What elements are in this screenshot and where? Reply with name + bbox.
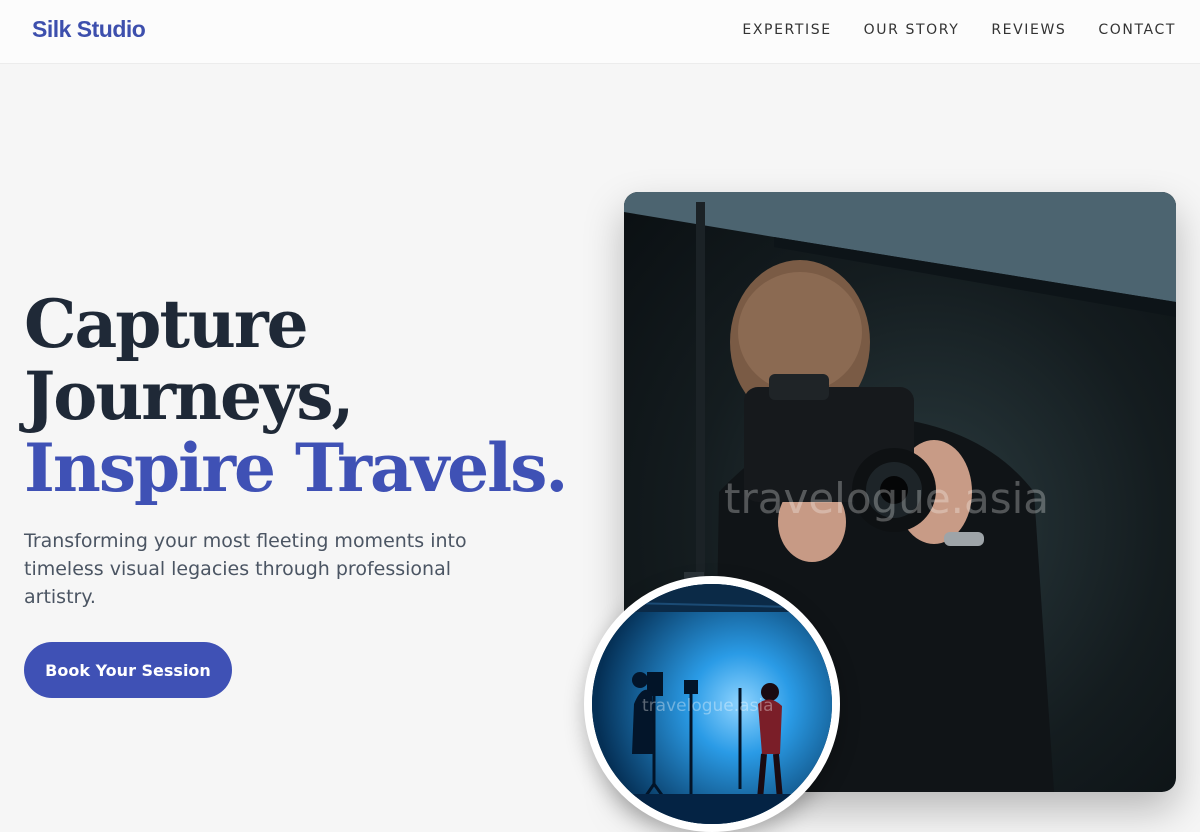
main-photo-watermark: travelogue.asia (724, 474, 1050, 523)
nav-item-expertise[interactable]: EXPERTISE (742, 22, 831, 38)
inset-photo-watermark: travelogue.asia (642, 696, 774, 716)
hero-heading-line-1: Capture (24, 285, 309, 363)
hero-heading-line-2: Journeys, (24, 357, 354, 435)
hero-description: Transforming your most fleeting moments … (24, 530, 467, 608)
logo[interactable]: Silk Studio (32, 16, 146, 43)
site-header: Silk Studio EXPERTISE OUR STORY REVIEWS … (0, 0, 1200, 64)
nav-item-reviews[interactable]: REVIEWS (991, 22, 1066, 38)
book-session-button[interactable]: Book Your Session (24, 642, 232, 698)
nav-item-our-story[interactable]: OUR STORY (864, 22, 960, 38)
hero-heading: Capture Journeys, Inspire Travels. (24, 285, 568, 507)
hero-heading-line-3: Inspire Travels. (24, 429, 568, 507)
nav-item-contact[interactable]: CONTACT (1098, 22, 1176, 38)
studio-inset-photo: travelogue.asia (584, 576, 840, 832)
main-nav: EXPERTISE OUR STORY REVIEWS CONTACT (710, 22, 1176, 38)
